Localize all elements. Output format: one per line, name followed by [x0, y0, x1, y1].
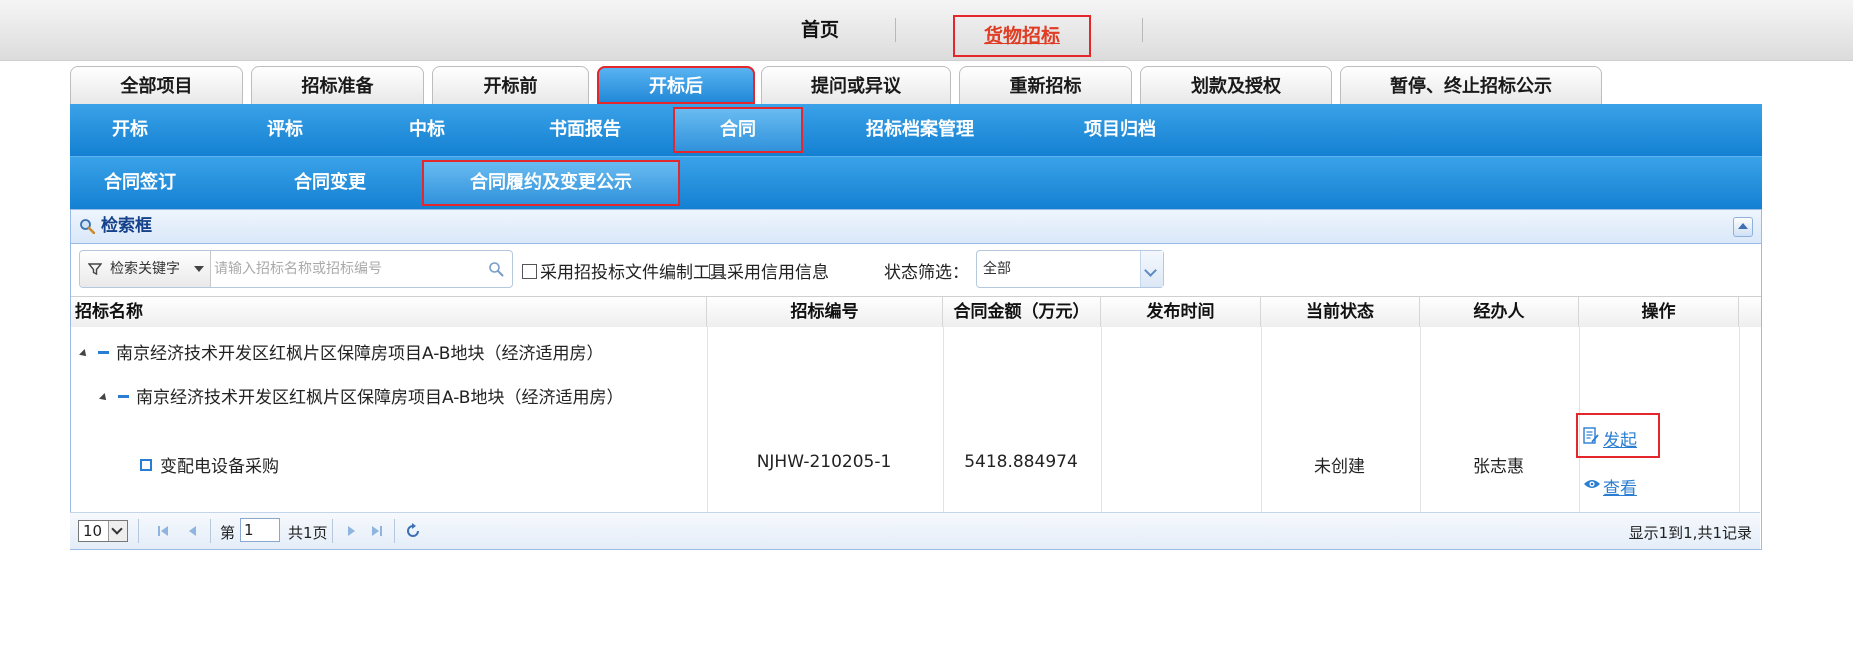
- col-tender-name[interactable]: 招标名称: [71, 297, 707, 327]
- tree-node-level1-label: 南京经济技术开发区红枫片区保障房项目A-B地块（经济适用房）: [116, 344, 604, 364]
- subnav-evaluation[interactable]: 评标: [235, 104, 335, 156]
- checkbox-use-tool[interactable]: 采用招投标文件编制工具: [522, 258, 727, 283]
- row-handler: 张志惠: [1473, 457, 1524, 477]
- caret-down-icon: [194, 266, 204, 272]
- page-number-input[interactable]: 1: [240, 518, 280, 542]
- subnav-contract-change[interactable]: 合同变更: [270, 157, 390, 209]
- tab-preparation[interactable]: 招标准备: [251, 66, 424, 104]
- filter-funnel-icon: [88, 263, 102, 276]
- nav-separator: [895, 18, 896, 42]
- table-row[interactable]: 变配电设备采购: [140, 452, 279, 477]
- next-page-icon[interactable]: [342, 522, 360, 540]
- subnav-contract-level: 合同签订 合同变更 合同履约及变更公示: [70, 156, 1762, 209]
- subnav-written-report[interactable]: 书面报告: [515, 104, 655, 156]
- prev-page-icon[interactable]: [184, 522, 202, 540]
- chevron-down-icon[interactable]: [1140, 251, 1163, 287]
- nav-home[interactable]: 首页: [740, 0, 900, 60]
- checkbox-box[interactable]: [709, 264, 724, 279]
- pager-separator: [394, 519, 395, 543]
- leaf-node-icon: [140, 459, 152, 471]
- record-info: 显示1到1,共1记录: [1628, 524, 1752, 542]
- tab-payment-authorization[interactable]: 划款及授权: [1140, 66, 1332, 104]
- col-current-status[interactable]: 当前状态: [1261, 297, 1420, 327]
- checkbox-use-credit[interactable]: 采用信用信息: [709, 258, 829, 283]
- tab-question-objection[interactable]: 提问或异议: [761, 66, 951, 104]
- tree-node-level1[interactable]: 南京经济技术开发区红枫片区保障房项目A-B地块（经济适用房）: [79, 339, 604, 364]
- first-page-icon[interactable]: [154, 522, 172, 540]
- collapse-up-icon[interactable]: [1733, 217, 1753, 237]
- view-link[interactable]: 查看: [1603, 474, 1637, 499]
- pager-separator: [210, 519, 211, 543]
- subnav-after-opening: 开标 评标 中标 书面报告 合同 招标档案管理 项目归档: [70, 104, 1762, 156]
- search-icon: [80, 219, 95, 234]
- page-total: 共1页: [288, 524, 328, 542]
- nav-goods-tender[interactable]: 货物招标: [953, 15, 1091, 57]
- column-divider: [1739, 327, 1740, 513]
- subnav-contract-performance-notice[interactable]: 合同履约及变更公示: [422, 160, 680, 206]
- subnav-opening[interactable]: 开标: [80, 104, 180, 156]
- subnav-award[interactable]: 中标: [377, 104, 477, 156]
- column-divider: [707, 327, 708, 513]
- panel-header: 检索框: [71, 210, 1761, 244]
- col-contract-amount[interactable]: 合同金额（万元）: [943, 297, 1101, 327]
- col-handler[interactable]: 经办人: [1420, 297, 1579, 327]
- col-publish-time[interactable]: 发布时间: [1101, 297, 1261, 327]
- tab-before-opening[interactable]: 开标前: [432, 66, 589, 104]
- checkbox-box[interactable]: [522, 264, 537, 279]
- status-filter-label: 状态筛选：: [884, 263, 969, 283]
- nav-separator: [1142, 18, 1143, 42]
- checkbox-use-credit-label: 采用信用信息: [727, 263, 829, 283]
- column-divider: [1420, 327, 1421, 513]
- tree-expand-icon[interactable]: [79, 349, 89, 359]
- pager-separator: [138, 519, 139, 543]
- row-contract-amount: 5418.884974: [964, 452, 1078, 472]
- col-tender-code[interactable]: 招标编号: [707, 297, 943, 327]
- magnifier-icon[interactable]: [488, 261, 504, 277]
- keyword-button-label: 检索关键字: [110, 261, 180, 277]
- folder-dash-icon: [118, 395, 129, 398]
- tree-node-level2-label: 南京经济技术开发区红枫片区保障房项目A-B地块（经济适用房）: [136, 388, 624, 408]
- refresh-icon[interactable]: [404, 522, 422, 540]
- pager-separator: [332, 519, 333, 543]
- top-navbar: 首页 货物招标: [0, 0, 1853, 61]
- table-header: 招标名称 招标编号 合同金额（万元） 发布时间 当前状态 经办人 操作: [71, 296, 1761, 328]
- tab-retender[interactable]: 重新招标: [959, 66, 1132, 104]
- col-operation[interactable]: 操作: [1579, 297, 1739, 327]
- column-divider: [943, 327, 944, 513]
- last-page-icon[interactable]: [368, 522, 386, 540]
- tree-node-level2[interactable]: 南京经济技术开发区红枫片区保障房项目A-B地块（经济适用房）: [99, 383, 624, 408]
- page-size-value: 10: [83, 522, 103, 540]
- tab-all-projects[interactable]: 全部项目: [70, 66, 243, 104]
- pagination-bar: 10 第 1 共1页 显示1到1,共1记录: [70, 512, 1760, 549]
- status-filter-value: 全部: [983, 261, 1011, 277]
- page-size-select[interactable]: 10: [78, 520, 128, 542]
- tree-expand-icon[interactable]: [99, 393, 109, 403]
- row-tender-name: 变配电设备采购: [160, 457, 279, 477]
- page-prefix: 第: [220, 524, 236, 542]
- folder-dash-icon: [98, 351, 109, 354]
- subnav-contract[interactable]: 合同: [673, 107, 803, 153]
- subnav-contract-signing[interactable]: 合同签订: [85, 157, 195, 209]
- eye-icon[interactable]: [1583, 478, 1601, 490]
- status-filter-select[interactable]: 全部: [976, 250, 1164, 288]
- column-divider: [1101, 327, 1102, 513]
- keyword-dropdown-button[interactable]: 检索关键字: [80, 251, 211, 287]
- search-panel: 检索框 检索关键字 采用招投标文件编制工具 采用信用信息 状态筛选： 全部 招标…: [70, 209, 1762, 550]
- column-divider: [1261, 327, 1262, 513]
- panel-title: 检索框: [101, 216, 152, 236]
- document-edit-icon[interactable]: [1583, 427, 1599, 445]
- subnav-archive-management[interactable]: 招标档案管理: [830, 104, 1010, 156]
- start-link[interactable]: 发起: [1603, 426, 1637, 451]
- search-bar: 检索关键字: [79, 250, 513, 288]
- row-tender-code: NJHW-210205-1: [756, 452, 892, 472]
- row-status: 未创建: [1314, 457, 1365, 477]
- subnav-project-filing[interactable]: 项目归档: [1055, 104, 1185, 156]
- tab-suspend-terminate[interactable]: 暂停、终止招标公示: [1340, 66, 1602, 104]
- tab-after-opening[interactable]: 开标后: [597, 66, 755, 104]
- checkbox-use-tool-label: 采用招投标文件编制工具: [540, 263, 727, 283]
- search-input[interactable]: [212, 253, 476, 285]
- chevron-down-icon[interactable]: [108, 521, 127, 541]
